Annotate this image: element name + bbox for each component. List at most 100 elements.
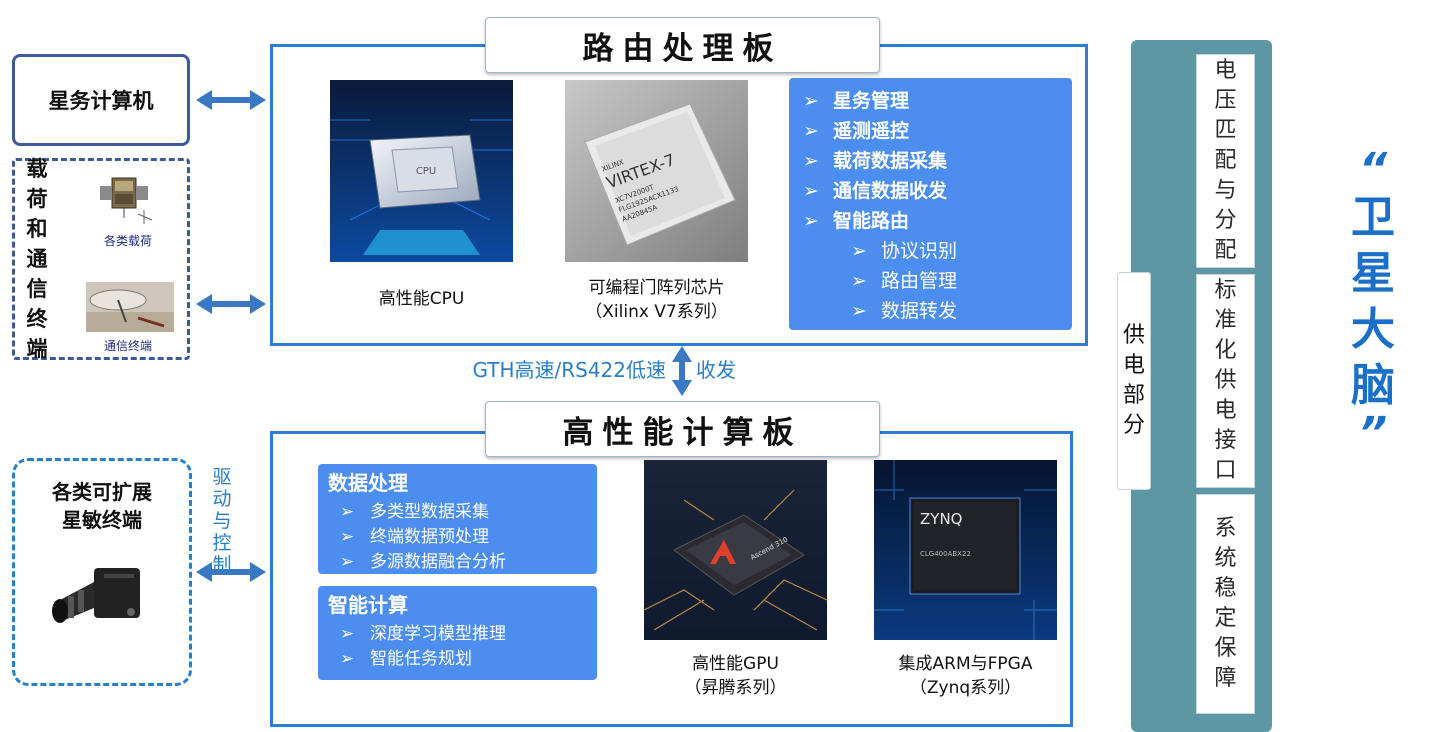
link-label-left: GTH高速/RS422低速 xyxy=(472,358,666,382)
vlabel-char: 和 xyxy=(26,217,48,241)
zynq-caption-line1: 集成ARM与FPGA xyxy=(898,654,1033,674)
power-card-char: 配 xyxy=(1214,148,1237,173)
routing-function-text: 星务管理 xyxy=(833,90,910,112)
power-card-char: 与 xyxy=(1214,178,1237,203)
compute-board-title-text: 高性能计算板 xyxy=(562,414,803,451)
power-card-char: 保 xyxy=(1214,636,1237,661)
routing-function-item: ➢ 数据转发 xyxy=(803,296,1072,326)
data-processing-item: ➢ 多源数据融合分析 xyxy=(328,550,597,575)
arrow-router-compute xyxy=(672,346,692,396)
gpu-caption: 高性能GPU （昇腾系列） xyxy=(630,652,841,700)
power-card-char: 定 xyxy=(1214,606,1237,631)
cpu-chip-image: CPU xyxy=(330,80,513,262)
bullet-marker: ➢ xyxy=(340,624,355,644)
sensor-title-line2: 星敏终端 xyxy=(62,508,142,532)
vlabel-char: 载 xyxy=(26,157,48,181)
zynq-caption-line2: （Zynq系列） xyxy=(909,678,1022,698)
payload-comm-vertical-label: 载 荷 和 通 信 终 端 xyxy=(22,157,52,361)
zynq-chip-text: ZYNQ xyxy=(920,510,962,528)
close-quote: ” xyxy=(1358,408,1388,459)
routing-function-text: 数据转发 xyxy=(881,300,958,322)
power-card-char: 匹 xyxy=(1214,118,1237,143)
drive-char: 控 xyxy=(212,532,232,554)
power-card-char: 稳 xyxy=(1214,576,1237,601)
power-section-label: 供 电 部 分 xyxy=(1117,272,1151,490)
routing-function-item: ➢ 遥测遥控 xyxy=(803,116,1072,146)
intelligent-compute-item: ➢ 智能任务规划 xyxy=(328,647,597,672)
intelligent-compute-head: 智能计算 xyxy=(328,593,408,617)
vlabel-char: 端 xyxy=(26,337,48,361)
bullet-marker: ➢ xyxy=(803,90,819,112)
power-card-interface: 标 准 化 供 电 接 口 xyxy=(1196,274,1255,488)
satellite-computer-label: 星务计算机 xyxy=(48,89,154,113)
gpu-caption-line1: 高性能GPU xyxy=(692,654,779,674)
bullet-marker: ➢ xyxy=(340,502,355,522)
data-processing-panel: 数据处理 ➢ 多类型数据采集 ➢ 终端数据预处理 ➢ 多源数据融合分析 xyxy=(318,464,597,574)
power-card-char: 电 xyxy=(1214,58,1237,83)
fpga-caption-line1: 可编程门阵列芯片 xyxy=(588,278,725,298)
comm-terminal-image xyxy=(86,282,174,332)
power-label-char: 分 xyxy=(1122,413,1145,438)
gpu-caption-line2: （昇腾系列） xyxy=(684,678,787,698)
payload-satellite-image xyxy=(100,177,153,224)
power-card-char: 标 xyxy=(1214,278,1237,303)
power-card-char: 供 xyxy=(1214,368,1237,393)
power-card-char: 统 xyxy=(1214,546,1237,571)
arrow-payload-router xyxy=(196,294,266,314)
data-processing-head: 数据处理 xyxy=(328,471,408,495)
fpga-caption: 可编程门阵列芯片 （Xilinx V7系列） xyxy=(545,276,768,324)
routing-function-item: ➢ 载荷数据采集 xyxy=(803,146,1072,176)
power-card-char: 系 xyxy=(1214,516,1237,541)
sensor-title-line1: 各类可扩展 xyxy=(52,480,152,504)
routing-board-title: 路由处理板 xyxy=(485,17,880,73)
power-card-char: 口 xyxy=(1214,458,1237,483)
satellite-brain-title: “ 卫 星 大 脑 ” xyxy=(1340,148,1406,480)
compute-board-title: 高性能计算板 xyxy=(485,401,880,457)
gpu-chip-image: Ascend 310 xyxy=(644,460,827,640)
routing-function-item: ➢ 智能路由 xyxy=(803,206,1072,236)
power-label-char: 电 xyxy=(1122,353,1145,378)
routing-function-item: ➢ 协议识别 xyxy=(803,236,1072,266)
bullet-marker: ➢ xyxy=(851,240,867,262)
intelligent-compute-item-text: 深度学习模型推理 xyxy=(370,624,506,644)
routing-function-text: 载荷数据采集 xyxy=(833,150,948,172)
vlabel-char: 通 xyxy=(26,247,48,271)
routing-function-text: 遥测遥控 xyxy=(833,120,910,142)
bullet-marker: ➢ xyxy=(803,120,819,142)
link-label-right: 收发 xyxy=(696,358,736,382)
zynq-chip-subtext: CLG400ABX22 xyxy=(920,550,971,558)
data-processing-item: ➢ 多类型数据采集 xyxy=(328,500,597,525)
bullet-marker: ➢ xyxy=(851,300,867,322)
intelligent-compute-panel: 智能计算 ➢ 深度学习模型推理 ➢ 智能任务规划 xyxy=(318,586,597,680)
payload-label: 各类载荷 xyxy=(103,234,152,248)
bullet-marker: ➢ xyxy=(340,649,355,669)
bullet-marker: ➢ xyxy=(803,210,819,232)
power-card-char: 障 xyxy=(1214,666,1237,691)
drive-char: 制 xyxy=(212,554,232,576)
vlabel-char: 荷 xyxy=(26,187,48,211)
power-card-char: 准 xyxy=(1214,308,1237,333)
brain-char: 星 xyxy=(1351,248,1395,299)
bullet-marker: ➢ xyxy=(803,150,819,172)
routing-function-item: ➢ 星务管理 xyxy=(803,86,1072,116)
data-processing-item-text: 终端数据预处理 xyxy=(370,527,489,547)
brain-char: 脑 xyxy=(1351,360,1395,411)
bullet-marker: ➢ xyxy=(803,180,819,202)
brain-char: 卫 xyxy=(1351,192,1395,243)
routing-function-item: ➢ 通信数据收发 xyxy=(803,176,1072,206)
drive-char: 与 xyxy=(212,510,232,532)
routing-functions-panel: ➢ 星务管理 ➢ 遥测遥控 ➢ 载荷数据采集 ➢ 通信数据收发 ➢ 智能路由 ➢ 协议识别 ➢ 路由管理 ➢… xyxy=(789,78,1072,330)
routing-function-text: 通信数据收发 xyxy=(833,180,948,202)
data-processing-item: ➢ 终端数据预处理 xyxy=(328,525,597,550)
bullet-marker: ➢ xyxy=(340,527,355,547)
routing-function-text: 智能路由 xyxy=(833,210,910,232)
power-card-stability: 系 统 稳 定 保 障 xyxy=(1196,494,1255,714)
intelligent-compute-item: ➢ 深度学习模型推理 xyxy=(328,622,597,647)
bullet-marker: ➢ xyxy=(851,270,867,292)
sensor-terminal-title: 各类可扩展 星敏终端 xyxy=(12,478,192,534)
zynq-caption: 集成ARM与FPGA （Zynq系列） xyxy=(860,652,1071,700)
fpga-caption-line2: （Xilinx V7系列） xyxy=(585,302,728,322)
fpga-chip-image: XILINX VIRTEX-7 XC7V2000T FLG1925ACX1133… xyxy=(565,80,748,262)
satellite-computer-box: 星务计算机 xyxy=(12,54,190,146)
power-card-char: 接 xyxy=(1214,428,1237,453)
